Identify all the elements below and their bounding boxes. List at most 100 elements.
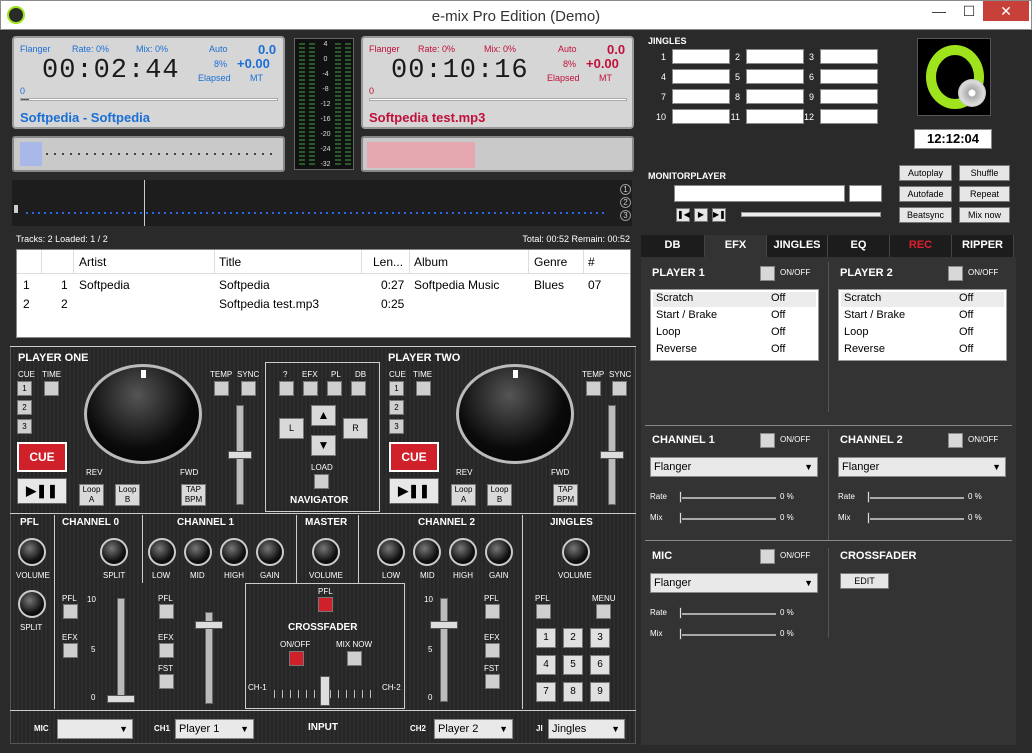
input-mic-select[interactable]: ▼ bbox=[57, 719, 133, 739]
efx-channel2-select[interactable]: Flanger ▼ bbox=[838, 457, 1006, 477]
nav-up-button[interactable]: ▲ bbox=[311, 405, 336, 426]
jingle-key-7[interactable]: 7 bbox=[536, 682, 556, 702]
jingle-key-4[interactable]: 4 bbox=[536, 655, 556, 675]
repeat-button[interactable]: Repeat bbox=[959, 186, 1010, 202]
efx-channel2-onoff-checkbox[interactable] bbox=[948, 433, 963, 448]
deck2-waveform[interactable] bbox=[361, 136, 634, 172]
monitor-track-field[interactable] bbox=[674, 185, 845, 202]
efx-ch1-mix-track[interactable] bbox=[680, 518, 776, 520]
efx-player2-onoff-checkbox[interactable] bbox=[948, 266, 963, 281]
efx-p1-reverse[interactable]: Reverse bbox=[656, 343, 697, 355]
ch2-low-knob[interactable] bbox=[377, 538, 405, 566]
efx-mic-mix-track[interactable] bbox=[680, 634, 776, 636]
xf-mixnow-button[interactable] bbox=[347, 651, 362, 666]
master-volume-knob[interactable] bbox=[312, 538, 340, 566]
jingle-slot[interactable] bbox=[672, 109, 730, 124]
deck-selector-2[interactable]: 2 bbox=[620, 197, 631, 208]
efx-p1-loop[interactable]: Loop bbox=[656, 326, 680, 338]
p2-time-button[interactable] bbox=[416, 381, 431, 396]
overview-strip[interactable] bbox=[12, 180, 632, 226]
efx-ch2-rate-track[interactable] bbox=[868, 497, 964, 499]
tab-db[interactable]: DB bbox=[641, 235, 705, 257]
ch0-volume-fader[interactable] bbox=[107, 695, 135, 703]
p2-tap-bpm-button[interactable]: TAP BPM bbox=[553, 484, 578, 506]
efx-crossfader-edit-button[interactable]: EDIT bbox=[840, 573, 889, 589]
p2-play-pause-button[interactable]: ▶❚❚ bbox=[389, 478, 439, 504]
jingles-pfl-button[interactable] bbox=[536, 604, 551, 619]
table-row[interactable]: 2 2 Softpedia test.mp3 0:25 bbox=[17, 295, 630, 313]
efx-ch1-rate-track[interactable] bbox=[680, 497, 776, 499]
p1-jog-wheel[interactable] bbox=[84, 364, 202, 464]
p1-sync-button[interactable] bbox=[241, 381, 256, 396]
jingle-slot[interactable] bbox=[746, 69, 804, 84]
p2-sync-button[interactable] bbox=[612, 381, 627, 396]
table-row[interactable]: 1 1 Softpedia Softpedia 0:27 Softpedia M… bbox=[17, 276, 630, 294]
col-length[interactable]: Len... bbox=[373, 255, 403, 269]
close-icon[interactable]: ✕ bbox=[983, 1, 1029, 21]
input-ch2-select[interactable]: Player 2 ▼ bbox=[434, 719, 513, 739]
ch1-gain-knob[interactable] bbox=[256, 538, 284, 566]
efx-ch2-mix-handle[interactable] bbox=[867, 512, 870, 524]
efx-p2-loop[interactable]: Loop bbox=[844, 326, 868, 338]
jingles-menu-button[interactable] bbox=[596, 604, 611, 619]
monitor-next-button[interactable]: ▶❚ bbox=[712, 208, 726, 222]
p1-cue-button[interactable]: CUE bbox=[17, 442, 67, 472]
playlist-table[interactable]: Artist Title Len... Album Genre # 1 1 So… bbox=[16, 249, 631, 338]
xf-onoff-button[interactable] bbox=[289, 651, 304, 666]
col-album[interactable]: Album bbox=[414, 255, 448, 269]
tab-efx[interactable]: EFX bbox=[705, 235, 767, 257]
deck1-waveform[interactable] bbox=[12, 136, 285, 172]
efx-player2-list[interactable]: Scratch Off Start / Brake Off Loop Off R… bbox=[838, 289, 1007, 361]
minimize-icon[interactable]: — bbox=[924, 1, 954, 23]
ch0-efx-button[interactable] bbox=[63, 643, 78, 658]
ch1-efx-button[interactable] bbox=[159, 643, 174, 658]
ch2-volume-fader[interactable] bbox=[430, 621, 458, 629]
p2-cue1-button[interactable]: 1 bbox=[389, 381, 404, 396]
jingle-slot[interactable] bbox=[672, 89, 730, 104]
efx-ch1-mix-handle[interactable] bbox=[679, 512, 682, 524]
efx-p2-scratch[interactable]: Scratch bbox=[844, 292, 881, 304]
jingle-slot[interactable] bbox=[746, 49, 804, 64]
p2-loop-a-button[interactable]: Loop A bbox=[451, 484, 476, 506]
efx-mic-select[interactable]: Flanger ▼ bbox=[650, 573, 818, 593]
efx-player1-onoff-checkbox[interactable] bbox=[760, 266, 775, 281]
ch1-mid-knob[interactable] bbox=[184, 538, 212, 566]
nav-down-button[interactable]: ▼ bbox=[311, 435, 336, 456]
p1-cue2-button[interactable]: 2 bbox=[17, 400, 32, 415]
efx-channel1-select[interactable]: Flanger ▼ bbox=[650, 457, 818, 477]
jingle-key-6[interactable]: 6 bbox=[590, 655, 610, 675]
jingle-slot[interactable] bbox=[672, 49, 730, 64]
p1-loop-a-button[interactable]: Loop A bbox=[79, 484, 104, 506]
tab-rec[interactable]: REC bbox=[890, 235, 952, 257]
efx-player1-list[interactable]: Scratch Off Start / Brake Off Loop Off R… bbox=[650, 289, 819, 361]
ch1-volume-fader[interactable] bbox=[195, 621, 223, 629]
nav-help-button[interactable] bbox=[279, 381, 294, 396]
ch2-mid-knob[interactable] bbox=[413, 538, 441, 566]
ch1-pfl-button[interactable] bbox=[159, 604, 174, 619]
nav-left-button[interactable]: L bbox=[279, 418, 304, 439]
ch2-gain-knob[interactable] bbox=[485, 538, 513, 566]
jingle-key-8[interactable]: 8 bbox=[563, 682, 583, 702]
jingle-key-5[interactable]: 5 bbox=[563, 655, 583, 675]
ch2-pfl-button[interactable] bbox=[485, 604, 500, 619]
jingle-slot[interactable] bbox=[746, 89, 804, 104]
jingle-key-9[interactable]: 9 bbox=[590, 682, 610, 702]
ch0-split-knob[interactable] bbox=[100, 538, 128, 566]
col-number[interactable]: # bbox=[588, 255, 595, 269]
jingle-slot[interactable] bbox=[820, 69, 878, 84]
crossfader-handle[interactable] bbox=[320, 676, 330, 706]
deck2-progress-track[interactable] bbox=[369, 98, 627, 101]
beatsync-button[interactable]: Beatsync bbox=[899, 207, 952, 223]
deck-selector-3[interactable]: 3 bbox=[620, 210, 631, 221]
p1-time-button[interactable] bbox=[44, 381, 59, 396]
p1-cue1-button[interactable]: 1 bbox=[17, 381, 32, 396]
efx-p2-start-brake[interactable]: Start / Brake bbox=[844, 309, 905, 321]
ch2-efx-button[interactable] bbox=[485, 643, 500, 658]
efx-p2-reverse[interactable]: Reverse bbox=[844, 343, 885, 355]
pfl-volume-knob[interactable] bbox=[18, 538, 46, 566]
jingle-key-3[interactable]: 3 bbox=[590, 628, 610, 648]
jingle-key-1[interactable]: 1 bbox=[536, 628, 556, 648]
jingle-slot[interactable] bbox=[820, 49, 878, 64]
ch1-high-knob[interactable] bbox=[220, 538, 248, 566]
p1-cue3-button[interactable]: 3 bbox=[17, 419, 32, 434]
